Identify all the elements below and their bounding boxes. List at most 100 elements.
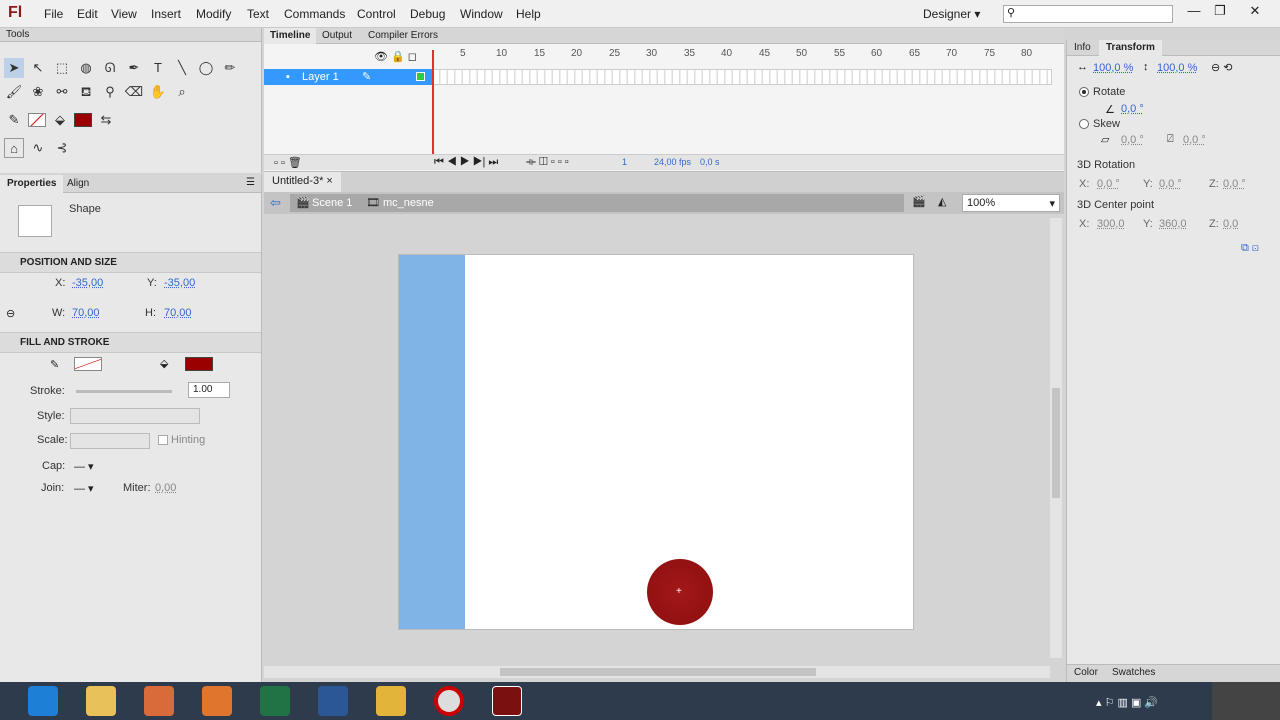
constrain-icon[interactable]: ⊖ ⟲ (1211, 61, 1233, 74)
eraser-icon[interactable]: ⌫ (124, 82, 144, 102)
rotate-radio[interactable] (1079, 87, 1089, 97)
w-value[interactable]: 70,00 (72, 307, 100, 319)
pencil-tool-icon[interactable]: ✏ (220, 58, 240, 78)
lasso-tool-icon[interactable]: ᘏ (100, 58, 120, 78)
edit-symbol-icon[interactable]: ◭ (938, 195, 946, 208)
layer-name[interactable]: Layer 1 (302, 71, 339, 83)
stroke-color-swatch[interactable] (74, 357, 102, 371)
record-app-icon[interactable] (434, 686, 464, 716)
eyedropper-icon[interactable]: ⚲ (100, 82, 120, 102)
rot3d-z-value[interactable]: 0,0 ° (1223, 178, 1246, 190)
center-x-value[interactable]: 300,0 (1097, 218, 1125, 230)
tab-timeline[interactable]: Timeline (264, 28, 317, 44)
position-size-header[interactable]: POSITION AND SIZE (0, 252, 261, 273)
menu-insert[interactable]: Insert (151, 7, 181, 21)
center-z-value[interactable]: 0,0 (1223, 218, 1238, 230)
skew-v-value[interactable]: 0,0 ° (1183, 134, 1206, 146)
close-icon[interactable]: × (326, 175, 332, 187)
stage-area[interactable]: + (264, 214, 1064, 678)
tab-properties[interactable]: Properties (0, 175, 64, 193)
bone-tool-icon[interactable]: ⚯ (52, 82, 72, 102)
workspace-switcher[interactable]: Designer ▾ (923, 7, 980, 21)
minimize-button[interactable]: — (1181, 3, 1207, 18)
red-circle-shape[interactable]: + (647, 559, 713, 625)
menu-debug[interactable]: Debug (410, 7, 445, 21)
menu-commands[interactable]: Commands (284, 7, 345, 21)
fps-value[interactable]: 24,00 fps (654, 157, 691, 167)
stroke-swatch[interactable] (28, 113, 46, 127)
help-search-input[interactable]: ⚲ (1003, 5, 1173, 23)
chrome-icon[interactable] (376, 686, 406, 716)
rot3d-x-value[interactable]: 0,0 ° (1097, 178, 1120, 190)
edit-scene-icon[interactable]: 🎬 (912, 195, 926, 208)
duplicate-transform-icon[interactable]: ⧉ ⊡ (1241, 242, 1259, 255)
snap-icon[interactable]: ∿ (28, 138, 48, 158)
scale-height-value[interactable]: 100,0 % (1157, 62, 1197, 74)
menu-view[interactable]: View (111, 7, 137, 21)
layer-row[interactable]: ▪ Layer 1 ✎ (264, 69, 432, 85)
tab-info[interactable]: Info (1067, 40, 1098, 56)
smooth-icon[interactable]: ⊰ (52, 138, 72, 158)
swap-colors-icon[interactable]: ⇆ (96, 110, 116, 130)
paint-app-icon[interactable] (144, 686, 174, 716)
brush-tool-icon[interactable]: 🖌 (4, 82, 24, 102)
horizontal-scroll-thumb[interactable] (500, 668, 816, 676)
breadcrumb-symbol[interactable]: mc_nesne (383, 197, 434, 209)
excel-icon[interactable] (260, 686, 290, 716)
deco-tool-icon[interactable]: ❀ (28, 82, 48, 102)
tab-compiler-errors[interactable]: Compiler Errors (362, 28, 444, 44)
paint-bucket-icon[interactable]: ⛾ (76, 82, 96, 102)
pen-tool-icon[interactable]: ✒ (124, 58, 144, 78)
panel-menu-icon[interactable]: ☰ (246, 177, 255, 188)
layer-outline-color[interactable] (416, 72, 425, 81)
time-value[interactable]: 0,0 s (700, 157, 720, 167)
free-transform-tool-icon[interactable]: ⬚ (52, 58, 72, 78)
frame-ruler[interactable]: 5 10 15 20 25 30 35 40 45 50 55 60 65 70… (432, 48, 1052, 62)
object-drawing-icon[interactable]: ⌂ (4, 138, 24, 158)
vertical-scrollbar[interactable] (1050, 218, 1062, 658)
cap-dropdown[interactable]: — ▾ (74, 460, 94, 473)
tab-color[interactable]: Color (1067, 665, 1105, 683)
menu-text[interactable]: Text (247, 7, 269, 21)
playback-controls-icon[interactable]: ⏮ ◀ ▶ ▶| ⏭ (434, 156, 498, 169)
flash-app-icon[interactable] (492, 686, 522, 716)
scale-dropdown[interactable] (70, 433, 150, 449)
onion-skin-icon[interactable]: ⟛ ◫ ▫ ▫ ▫ (526, 156, 569, 169)
rotate-value[interactable]: 0,0 ° (1121, 103, 1144, 115)
fill-swatch[interactable] (74, 113, 92, 127)
document-tab[interactable]: Untitled-3* × (264, 172, 341, 192)
tab-align[interactable]: Align (60, 175, 96, 193)
zoom-tool-icon[interactable]: ⌕ (172, 82, 192, 102)
fill-stroke-header[interactable]: FILL AND STROKE (0, 332, 261, 353)
internet-explorer-icon[interactable] (28, 686, 58, 716)
stroke-input[interactable]: 1.00 (188, 382, 230, 398)
current-frame[interactable]: 1 (622, 157, 627, 167)
join-dropdown[interactable]: — ▾ (74, 482, 94, 495)
tab-output[interactable]: Output (316, 28, 358, 44)
3d-rotation-tool-icon[interactable]: ◍ (76, 58, 96, 78)
zoom-select[interactable]: 100% ▾ (962, 194, 1060, 212)
subselection-tool-icon[interactable]: ↖ (28, 58, 48, 78)
menu-window[interactable]: Window (460, 7, 503, 21)
oval-tool-icon[interactable]: ◯ (196, 58, 216, 78)
h-value[interactable]: 70,00 (164, 307, 192, 319)
tab-transform[interactable]: Transform (1099, 40, 1162, 56)
playhead[interactable] (432, 50, 434, 154)
stroke-color-icon[interactable]: ✎ (4, 110, 24, 130)
skew-radio[interactable] (1079, 119, 1089, 129)
menu-help[interactable]: Help (516, 7, 541, 21)
y-value[interactable]: -35,00 (164, 277, 195, 289)
hand-tool-icon[interactable]: ✋ (148, 82, 168, 102)
file-explorer-icon[interactable] (86, 686, 116, 716)
line-tool-icon[interactable]: ╲ (172, 58, 192, 78)
blue-rectangle[interactable] (399, 255, 465, 629)
firefox-icon[interactable] (202, 686, 232, 716)
stroke-slider[interactable] (76, 390, 172, 393)
layer-visibility-icons[interactable]: 👁 🔒 ◻ (374, 50, 417, 63)
scale-width-value[interactable]: 100,0 % (1093, 62, 1133, 74)
vertical-scroll-thumb[interactable] (1052, 388, 1060, 498)
style-dropdown[interactable] (70, 408, 200, 424)
fill-color-icon[interactable]: ⬙ (50, 110, 70, 130)
miter-value[interactable]: 0,00 (155, 482, 176, 494)
lock-proportions-icon[interactable]: ⊖ (6, 307, 15, 320)
